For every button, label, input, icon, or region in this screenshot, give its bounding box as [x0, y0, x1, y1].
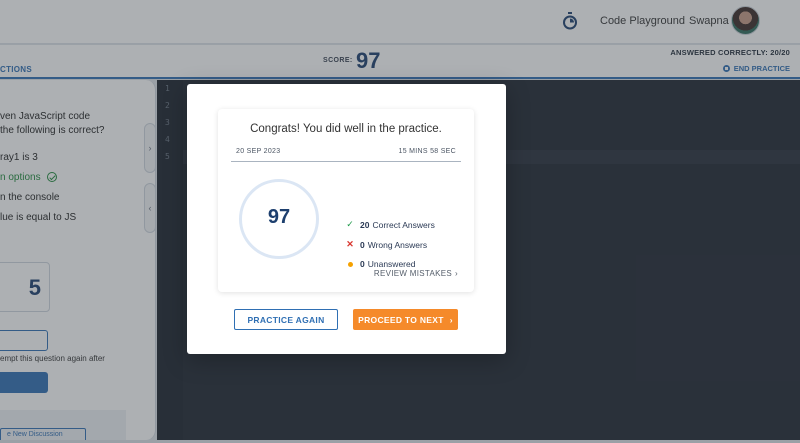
practice-date: 20 SEP 2023 [236, 148, 281, 155]
proceed-to-next-label: PROCEED TO NEXT [358, 314, 444, 325]
score-ring: 97 [239, 179, 319, 259]
score-ring-value: 97 [267, 206, 291, 228]
practice-result-modal: Congrats! You did well in the practice. … [187, 84, 506, 354]
chevron-right-icon: › [455, 269, 458, 278]
wrong-label: Wrong Answers [367, 239, 428, 250]
proceed-to-next-button[interactable]: PROCEED TO NEXT › [353, 309, 458, 330]
chevron-right-icon: › [449, 314, 453, 325]
stat-wrong: ✕ 0 Wrong Answers [344, 239, 427, 250]
review-mistakes-label: REVIEW MISTAKES [373, 269, 453, 278]
result-card: Congrats! You did well in the practice. … [218, 109, 474, 292]
correct-count: 20 [360, 219, 370, 230]
correct-label: Correct Answers [372, 219, 435, 230]
dot-icon [344, 259, 356, 269]
unanswered-count: 0 [360, 259, 365, 269]
stat-unanswered: 0 Unanswered [344, 259, 415, 269]
congrats-message: Congrats! You did well in the practice. [250, 123, 442, 135]
practice-duration: 15 MINS 58 SEC [398, 148, 456, 155]
check-icon: ✓ [346, 219, 354, 229]
cross-icon: ✕ [346, 239, 354, 249]
practice-again-label: PRACTICE AGAIN [247, 314, 325, 325]
unanswered-label: Unanswered [367, 259, 416, 269]
stat-correct: ✓ 20 Correct Answers [344, 219, 435, 230]
practice-again-button[interactable]: PRACTICE AGAIN [234, 309, 338, 330]
wrong-count: 0 [360, 239, 365, 250]
divider [231, 161, 461, 162]
review-mistakes-link[interactable]: REVIEW MISTAKES › [374, 269, 458, 278]
